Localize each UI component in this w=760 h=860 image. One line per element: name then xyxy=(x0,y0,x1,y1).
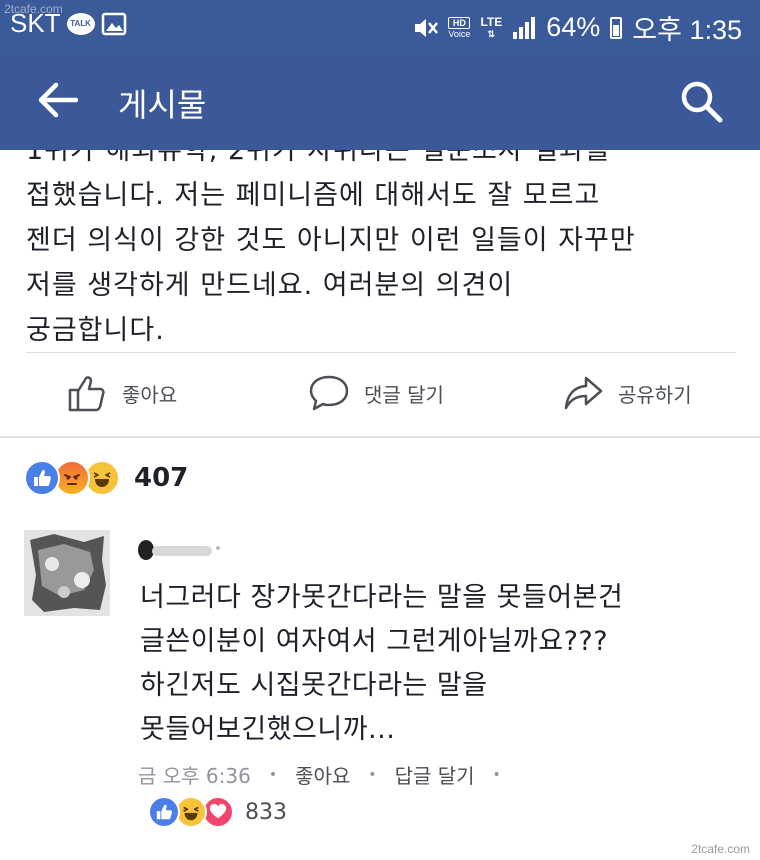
back-arrow-icon xyxy=(38,82,79,118)
post-actions: 좋아요 댓글 달기 공유하기 xyxy=(0,362,760,432)
share-label: 공유하기 xyxy=(618,382,692,407)
post-line: 저를 생각하게 만드네요. 여러분의 의견이 xyxy=(26,270,514,301)
reactions-count: 407 xyxy=(134,463,189,493)
hd-voice-indicator: HD Voice xyxy=(448,16,471,39)
comment-meta: 금 오후 6:36 • 좋아요 • 답글 달기 • xyxy=(138,760,501,789)
blurred-avatar-image xyxy=(24,530,110,616)
lte-indicator: LTE ⇅ xyxy=(480,14,503,39)
like-button[interactable]: 좋아요 xyxy=(66,372,177,414)
battery-icon xyxy=(610,16,623,39)
status-left: SKT TALK xyxy=(10,8,127,39)
watermark-bottom: 2tcafe.com xyxy=(691,842,750,856)
comment-timestamp: 금 오후 6:36 xyxy=(138,764,251,788)
separator-dot: • xyxy=(492,766,501,783)
redacted-author-name xyxy=(138,540,220,560)
post-reactions[interactable]: 407 xyxy=(24,460,188,496)
comment-bubble-icon xyxy=(309,375,349,411)
like-icon xyxy=(148,796,180,828)
lte-label: LTE xyxy=(480,14,503,29)
page-title: 게시물 xyxy=(118,86,207,124)
comment-text: 너그러다 장가못간다라는 말을 못들어본건 글쓴이분이 여자여서 그런게아닐까요… xyxy=(140,576,623,752)
app-bar: 게시물 xyxy=(0,50,760,150)
comment-line: 글쓴이분이 여자여서 그런게아닐까요??? xyxy=(140,626,609,657)
share-button[interactable]: 공유하기 xyxy=(562,372,692,414)
post-line: 접했습니다. 저는 페미니즘에 대해서도 잘 모르고 xyxy=(26,180,601,211)
vibrate-mute-icon xyxy=(415,18,439,37)
comment-reactions-count: 833 xyxy=(245,799,287,825)
comment-reactions[interactable]: 833 xyxy=(148,796,287,828)
signal-icon xyxy=(513,16,536,39)
separator-dot: • xyxy=(368,766,377,783)
kakaotalk-icon: TALK xyxy=(66,12,95,35)
comment-line: 못들어보긴했으니까... xyxy=(140,714,396,745)
image-notification-icon xyxy=(101,12,126,35)
search-button[interactable] xyxy=(678,78,724,124)
post-line: 궁금합니다. xyxy=(26,315,165,346)
voice-label: Voice xyxy=(448,28,471,39)
post-text: 1위가 해외유학, 2위가 자취라는 설문조사 결과를 접했습니다. 저는 페미… xyxy=(26,150,636,350)
divider xyxy=(26,352,736,353)
battery-percent: 64% xyxy=(546,12,601,42)
hd-label: HD xyxy=(448,16,471,29)
clock: 오후 1:35 xyxy=(632,15,742,45)
avatar[interactable] xyxy=(24,530,110,616)
thumbs-up-icon xyxy=(68,376,105,412)
comment-line: 하긴저도 시집못간다라는 말을 xyxy=(140,670,488,701)
carrier-label: SKT xyxy=(10,8,61,38)
share-arrow-icon xyxy=(564,376,603,410)
post-line: 젠더 의식이 강한 것도 아니지만 이런 일들이 자꾸만 xyxy=(26,225,636,256)
section-divider xyxy=(0,436,760,438)
reply-button[interactable]: 답글 달기 xyxy=(395,760,475,789)
status-bar: 2tcafe.com SKT TALK HD Voice LTE ⇅ 64% 오… xyxy=(0,0,760,50)
comment-line: 너그러다 장가못간다라는 말을 못들어본건 xyxy=(140,582,624,613)
comment-like-button[interactable]: 좋아요 xyxy=(295,760,350,789)
comment-label: 댓글 달기 xyxy=(364,382,444,407)
search-icon xyxy=(681,81,723,123)
comment-button[interactable]: 댓글 달기 xyxy=(308,372,444,414)
status-right: HD Voice LTE ⇅ 64% 오후 1:35 xyxy=(412,8,742,47)
back-button[interactable] xyxy=(36,80,79,120)
like-label: 좋아요 xyxy=(122,382,178,407)
post-line: 1위가 해외유학, 2위가 자취라는 설문조사 결과를 xyxy=(26,150,611,166)
like-icon xyxy=(24,460,60,496)
comment-author-name[interactable] xyxy=(134,536,224,562)
post-body: 1위가 해외유학, 2위가 자취라는 설문조사 결과를 접했습니다. 저는 페미… xyxy=(26,150,746,350)
separator-dot: • xyxy=(268,766,278,783)
